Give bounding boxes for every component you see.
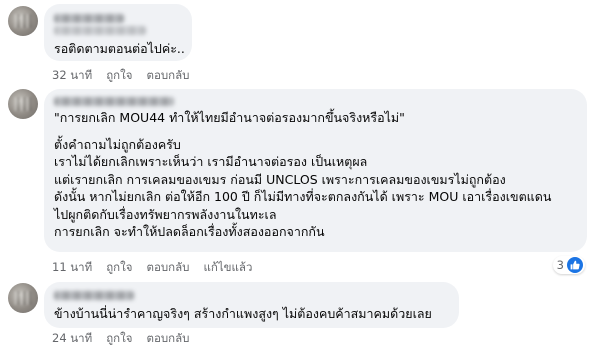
comment-actions: 24 นาที ถูกใจ ตอบกลับ	[52, 330, 189, 348]
comment-line: ข้างบ้านนี่น่ารำคาญจริงๆ สร้างกำแพงสูงๆ …	[54, 306, 432, 321]
comment-line	[54, 127, 551, 136]
comment-actions: 32 นาที ถูกใจ ตอบกลับ	[52, 67, 189, 85]
comment-line: แต่เรายกเลิก การเคลมของเขมร ก่อนมี UNCLO…	[54, 171, 506, 187]
like-thumb-icon	[567, 257, 583, 273]
comment-line: ตั้งคำถามไม่ถูกต้องครับ	[54, 136, 181, 152]
reaction-count: 3	[556, 258, 564, 272]
author-name-blurred[interactable]	[54, 14, 124, 23]
author-name-blurred[interactable]	[54, 97, 174, 106]
reply-button[interactable]: ตอบกลับ	[146, 330, 189, 348]
comment-line: รอติดตามตอนต่อไปค่ะ..	[54, 41, 185, 56]
comment-timestamp[interactable]: 24 นาที	[52, 330, 92, 348]
like-button[interactable]: ถูกใจ	[106, 67, 132, 85]
comment-line: "การยกเลิก MOU44 ทำให้ไทยมีอำนาจต่อรองมา…	[54, 110, 405, 125]
edited-label[interactable]: แก้ไขแล้ว	[203, 259, 252, 277]
reply-button[interactable]: ตอบกลับ	[146, 67, 189, 85]
like-button[interactable]: ถูกใจ	[106, 259, 132, 277]
reaction-summary[interactable]: 3	[552, 256, 585, 274]
comment-text: "การยกเลิก MOU44 ทำให้ไทยมีอำนาจต่อรองมา…	[54, 109, 551, 241]
comment-text: ข้างบ้านนี่น่ารำคาญจริงๆ สร้างกำแพงสูงๆ …	[54, 305, 432, 323]
comment-bubble: "การยกเลิก MOU44 ทำให้ไทยมีอำนาจต่อรองมา…	[44, 89, 587, 252]
avatar[interactable]	[8, 6, 38, 36]
comment-bubble: รอติดตามตอนต่อไปค่ะ..	[44, 4, 192, 61]
avatar[interactable]	[8, 283, 38, 313]
comment-timestamp[interactable]: 11 นาที	[52, 259, 92, 277]
comment-line: การยกเลิก จะทำให้ปลดล็อกเรื่องทั้งสองออก…	[54, 224, 325, 239]
comment-timestamp[interactable]: 32 นาที	[52, 67, 92, 85]
reply-button[interactable]: ตอบกลับ	[146, 259, 189, 277]
comment-line: ดังนั้น หากไม่ยกเลิก ต่อให้อีก 100 ปี ก็…	[54, 189, 552, 204]
comment-bubble: ข้างบ้านนี่น่ารำคาญจริงๆ สร้างกำแพงสูงๆ …	[44, 282, 459, 328]
comment-text: รอติดตามตอนต่อไปค่ะ..	[54, 40, 185, 58]
like-button[interactable]: ถูกใจ	[106, 330, 132, 348]
comment-line: ไปผูกติดกับเรื่องทรัพยากรพลังงานในทะเล	[54, 206, 277, 222]
author-name-blurred	[54, 26, 146, 35]
comment-actions: 11 นาที ถูกใจ ตอบกลับ แก้ไขแล้ว	[52, 259, 252, 277]
author-name-blurred[interactable]	[54, 291, 134, 300]
comment-line: เราไม่ได้ยกเลิกเพราะเห็นว่า เรามีอำนาจต่…	[54, 154, 368, 169]
avatar[interactable]	[8, 89, 38, 119]
